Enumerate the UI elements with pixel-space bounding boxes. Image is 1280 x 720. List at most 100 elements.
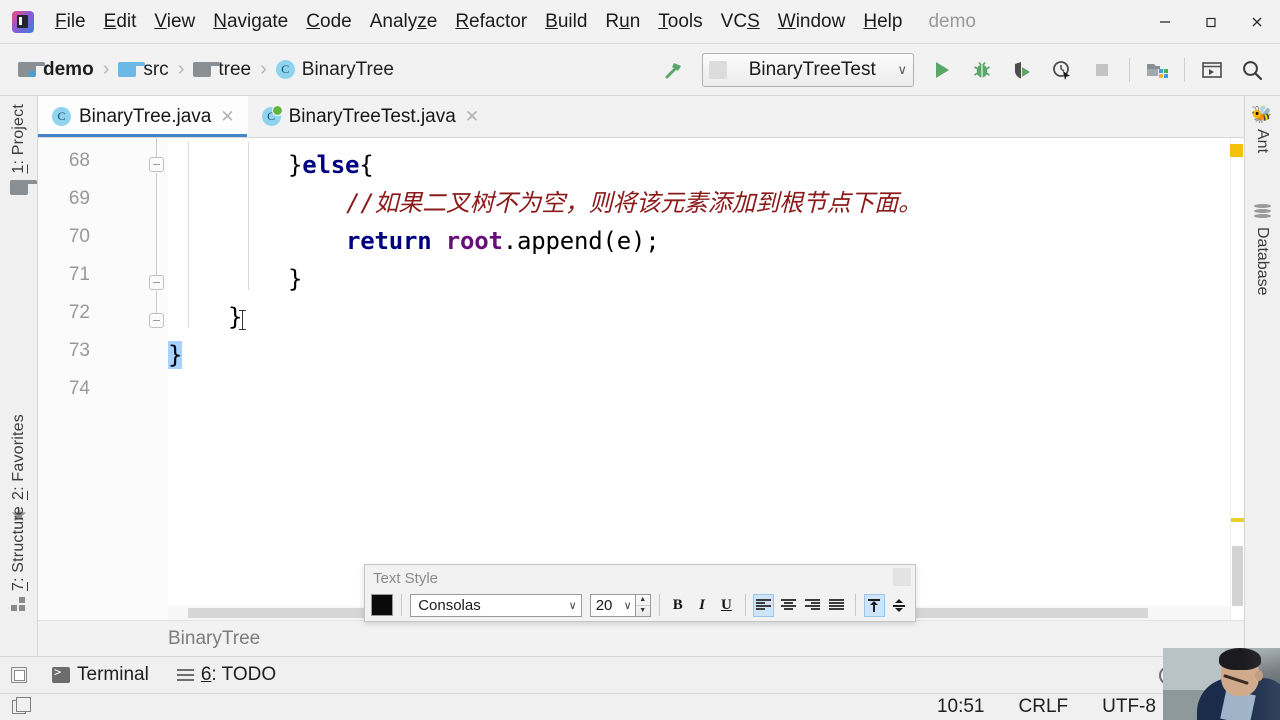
terminal-window-icon [1202, 61, 1222, 78]
code-text-area[interactable]: }else{ //如果二叉树不为空，则将该元素添加到根节点下面。 return … [168, 138, 1244, 620]
code-line-73: } [168, 336, 182, 374]
italic-button[interactable]: I [692, 594, 712, 617]
indent-guide [188, 142, 189, 328]
stop-button[interactable] [1084, 52, 1120, 88]
search-everywhere-button[interactable] [1234, 52, 1270, 88]
code-editor[interactable]: 68 69 70 71 72 73 74 }else{ //如果二叉树不为空，则… [38, 138, 1244, 620]
font-size-select[interactable]: 20 ∨ [589, 593, 636, 617]
project-structure-icon [1147, 63, 1168, 78]
breadcrumb-item-src[interactable]: src [114, 56, 172, 84]
window-controls [1142, 0, 1280, 44]
tab-binarytree-java[interactable]: C BinaryTree.java ✕ [38, 96, 248, 137]
sidebar-item-ant[interactable]: 🐝 Ant [1244, 106, 1280, 153]
idea-window: File Edit View Navigate Code Analyze Ref… [0, 0, 1280, 720]
fold-marker-line-72[interactable] [149, 313, 164, 328]
menu-vcs[interactable]: VCS [712, 8, 769, 36]
align-justify-icon [829, 599, 845, 611]
bold-button[interactable]: B [668, 594, 688, 617]
minimize-button[interactable] [1142, 0, 1188, 44]
menu-analyze[interactable]: Analyze [361, 8, 447, 36]
font-size-control[interactable]: 20 ∨ ▲ ▼ [589, 593, 651, 617]
build-project-button[interactable] [656, 52, 692, 88]
underline-button[interactable]: U [716, 594, 736, 617]
stepper-up-icon[interactable]: ▲ [635, 595, 650, 606]
caret-position-widget[interactable]: 10:51 [937, 696, 985, 718]
align-justify-button[interactable] [827, 594, 847, 617]
breadcrumb-item-tree[interactable]: tree [189, 56, 255, 84]
status-stack-button[interactable] [0, 697, 38, 714]
restore-layout-button[interactable] [0, 667, 38, 683]
editor-vertical-scrollbar[interactable] [1230, 138, 1244, 620]
toolbar-divider [855, 594, 856, 616]
line-separator-widget[interactable]: CRLF [1019, 696, 1069, 718]
font-family-select[interactable]: Consolas ∨ [410, 593, 582, 617]
debug-button[interactable] [964, 52, 1000, 88]
run-with-coverage-button[interactable] [1004, 52, 1040, 88]
fold-line [156, 138, 157, 158]
font-size-stepper[interactable]: ▲ ▼ [635, 593, 651, 617]
text-style-toolbar: Consolas ∨ 20 ∨ ▲ ▼ B I U [371, 591, 909, 619]
menu-refactor[interactable]: Refactor [446, 8, 536, 36]
vertical-scrollbar-thumb[interactable] [1232, 546, 1243, 606]
tool-window-label: 6: TODO [200, 664, 277, 685]
menu-navigate[interactable]: Navigate [204, 8, 297, 36]
sidebar-item-database[interactable]: Database [1244, 204, 1280, 296]
play-icon [936, 61, 949, 78]
line-number: 71 [68, 264, 90, 285]
status-bar: 10:51 CRLF UTF-8 4 spaces [0, 694, 1280, 720]
menu-help[interactable]: Help [854, 8, 911, 36]
align-left-button[interactable] [753, 593, 775, 617]
align-top-button[interactable] [863, 593, 885, 617]
align-middle-button[interactable] [889, 594, 909, 617]
code-comment: //如果二叉树不为空，则将该元素添加到根节点下面。 [346, 189, 922, 217]
text-style-panel[interactable]: Text Style Consolas ∨ 20 ∨ ▲ ▼ B I U [364, 564, 916, 622]
project-structure-button[interactable] [1139, 52, 1175, 88]
run-configuration-selector[interactable]: BinaryTreeTest ∨ [702, 52, 914, 87]
tab-binarytreetest-java[interactable]: C BinaryTreeTest.java ✕ [248, 96, 492, 137]
font-color-swatch[interactable] [371, 594, 394, 616]
menu-file[interactable]: File [46, 8, 95, 36]
panel-resize-grip[interactable] [893, 568, 911, 586]
sidebar-item-project[interactable]: 1: Project [0, 104, 38, 200]
folder-module-icon [18, 62, 45, 77]
fold-markers-column[interactable] [146, 138, 168, 620]
breadcrumb-label: src [143, 58, 169, 80]
maximize-button[interactable] [1188, 0, 1234, 44]
update-project-button[interactable] [1194, 52, 1230, 88]
editor-breadcrumb-class[interactable]: BinaryTree [168, 628, 260, 650]
menu-edit[interactable]: Edit [95, 8, 146, 36]
left-tool-window-bar: 1: Project 2: Favorites ★ 7: Structure [0, 96, 38, 656]
menu-code[interactable]: Code [297, 8, 360, 36]
profiler-button[interactable] [1044, 52, 1080, 88]
close-button[interactable] [1234, 0, 1280, 44]
right-tool-window-bar: 🐝 Ant Database [1244, 96, 1280, 656]
breadcrumb-item-binarytree[interactable]: C BinaryTree [272, 56, 398, 84]
editor-tabs: C BinaryTree.java ✕ C BinaryTreeTest.jav… [38, 96, 1244, 138]
menu-build[interactable]: Build [536, 8, 596, 36]
structure-grid-icon [11, 597, 27, 613]
align-top-icon [867, 598, 881, 612]
menu-view[interactable]: View [145, 8, 204, 36]
tool-window-terminal[interactable]: Terminal [38, 664, 163, 686]
align-center-button[interactable] [778, 594, 798, 617]
breadcrumb-item-demo[interactable]: demo [14, 56, 98, 84]
sidebar-item-structure[interactable]: 7: Structure [0, 506, 38, 613]
inspection-stripe-marker[interactable] [1231, 518, 1244, 522]
java-class-icon: C [52, 107, 71, 126]
inspection-warning-marker[interactable] [1230, 144, 1243, 157]
stepper-down-icon[interactable]: ▼ [636, 606, 650, 616]
align-right-button[interactable] [802, 594, 822, 617]
menu-run[interactable]: Run [596, 8, 649, 36]
file-encoding-widget[interactable]: UTF-8 [1102, 696, 1156, 718]
menu-tools[interactable]: Tools [649, 8, 711, 36]
fold-marker-line-71[interactable] [149, 275, 164, 290]
tool-window-todo[interactable]: 6: TODO [163, 664, 290, 686]
close-icon[interactable]: ✕ [465, 108, 479, 125]
menu-window[interactable]: Window [769, 8, 855, 36]
fold-line [156, 173, 157, 276]
close-icon[interactable]: ✕ [220, 108, 234, 125]
run-button[interactable] [924, 52, 960, 88]
editor-gutter[interactable]: 68 69 70 71 72 73 74 [38, 138, 168, 620]
fold-marker-line-68[interactable] [149, 157, 164, 172]
folder-source-icon [118, 62, 146, 77]
